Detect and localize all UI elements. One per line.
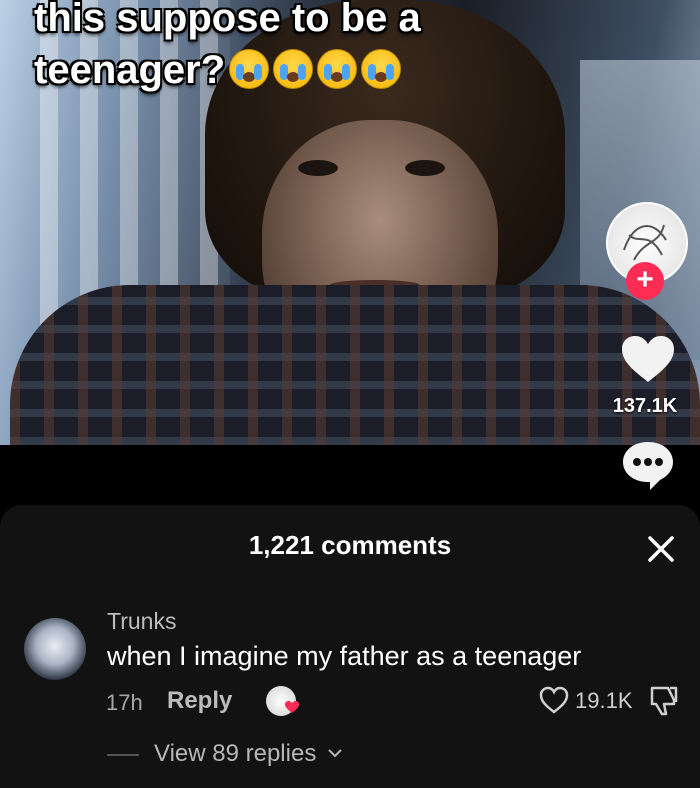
caption-line-2: teenager? (34, 48, 226, 92)
crying-face-icon (273, 49, 314, 89)
left-eye (298, 160, 338, 176)
comment-timestamp: 17h (106, 690, 143, 715)
video-frame[interactable]: this suppose to be a teenager? (0, 0, 700, 445)
video-caption: this suppose to be a teenager? (34, 0, 421, 96)
crying-face-icon (229, 49, 270, 89)
heart-icon[interactable] (620, 334, 676, 384)
commenter-username[interactable]: Trunks (107, 608, 176, 635)
commenter-avatar[interactable] (24, 618, 86, 680)
creator-heart-icon (285, 701, 299, 713)
reply-button[interactable]: Reply (167, 687, 232, 715)
plaid-shirt (10, 285, 700, 445)
crying-face-icon (361, 49, 402, 89)
comments-count-title: 1,221 comments (248, 530, 452, 560)
view-replies-link[interactable]: View 89 replies (154, 740, 316, 768)
chevron-down-icon[interactable] (328, 748, 342, 758)
right-eye (405, 160, 445, 176)
follow-button[interactable]: + (626, 262, 664, 300)
video-like-count: 137.1K (612, 395, 678, 417)
replies-divider (107, 754, 139, 756)
crying-face-icon (317, 49, 358, 89)
comment-bubble-icon[interactable] (620, 440, 676, 492)
comment-text: when I imagine my father as a teenager (107, 641, 582, 671)
close-icon[interactable] (644, 532, 678, 566)
comment-like-heart-icon[interactable] (539, 686, 569, 714)
dislike-icon[interactable] (646, 684, 680, 718)
caption-line-1: this suppose to be a (34, 0, 421, 40)
comment-like-count: 19.1K (575, 688, 633, 713)
